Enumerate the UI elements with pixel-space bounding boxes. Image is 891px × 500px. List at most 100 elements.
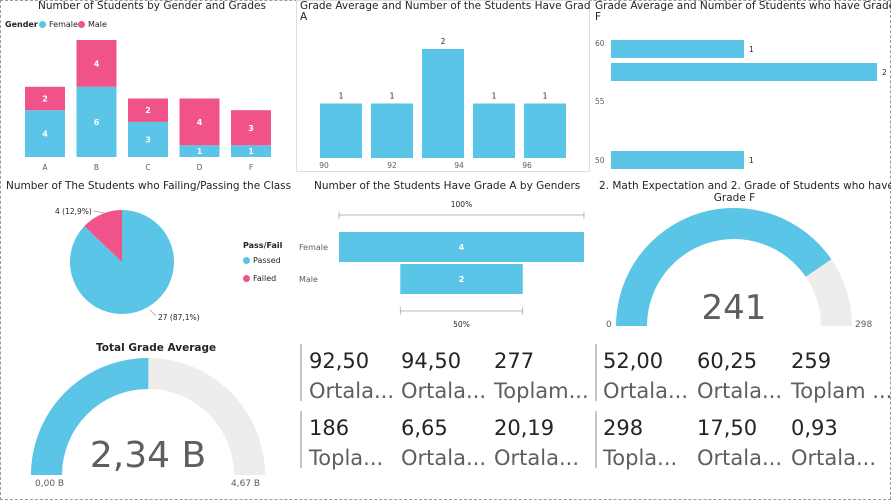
card-label: Ortala... [697,379,782,403]
total-grade-gauge[interactable]: Total Grade Average 2,34 B 0,00 B 4,67 B [0,340,296,500]
data-label: 3 [145,135,151,144]
data-label: 2 [42,95,48,104]
card-row-divider [595,411,597,468]
x-tick-label: 90 [319,161,329,170]
gauge-max: 4,67 B [231,479,260,489]
pass-fail-chart[interactable]: Number of The Students who Failing/Passi… [0,178,300,338]
legend-dot [243,275,250,282]
category-label: Female [299,243,328,252]
card-value: 186 [309,416,350,440]
card-label: Toplam... [494,379,589,403]
card-label: Ortala... [494,446,579,470]
legend-item-failed[interactable]: Failed [243,274,276,283]
grade-a-plot: 1 1 2 1 1 90 92 94 96 [319,37,566,170]
legend-dot [243,257,250,264]
card-label: Ortala... [401,379,486,403]
x-tick-label: F [249,163,253,172]
legend-label: Failed [253,274,277,283]
card-value: 17,50 [697,416,758,440]
card-label: Ortala... [697,446,782,470]
x-tick-label: 94 [454,161,464,170]
funnel-bottom-label: 50% [453,320,470,329]
data-label: 1 [339,92,344,101]
data-label: 2 [459,275,465,284]
card-label: Ortala... [603,379,688,403]
data-label: 4 [197,118,203,127]
data-label: 4 [459,243,465,252]
card-label: Ortala... [401,446,486,470]
card-label: Topla... [603,446,678,470]
y-tick-label: 60 [595,39,605,48]
category-label: Male [299,275,318,284]
legend-item-passed[interactable]: Passed [243,256,281,265]
x-tick-label: B [94,163,99,172]
funnel-plot: 100% 4 Female 2 Male 50% [299,200,585,329]
gauge-max: 298 [855,320,872,330]
data-label: 3 [248,124,254,133]
data-label: 2 [441,37,446,46]
bar [473,103,515,158]
gauge-min: 0,00 B [35,479,64,489]
data-label: 1 [543,92,548,101]
grade-f-chart[interactable]: Grade Average and Number of Students who… [593,0,891,175]
bar [611,40,744,58]
grade-a-gender-funnel[interactable]: Number of the Students Have Grade A by G… [296,178,590,338]
gender-grades-plot: 4 2 A 6 4 B 3 2 C 1 4 D 1 3 F [25,40,271,172]
card-value: 259 [791,349,832,373]
card-value: 277 [494,349,535,373]
leader-line [93,210,105,214]
card-value: 52,00 [603,349,664,373]
data-label-passed: 27 (87,1%) [158,313,200,322]
data-label: 1 [248,147,254,156]
bar [371,103,413,158]
x-tick-label: 96 [522,161,532,170]
data-label-failed: 4 (12,9%) [55,207,92,216]
legend-title: Pass/Fail [243,241,283,250]
card-row-divider [595,344,597,401]
card-label: Ortala... [309,379,394,403]
card-value: 60,25 [697,349,758,373]
x-tick-label: 92 [387,161,397,170]
card-value: 6,65 [401,416,448,440]
bar [611,63,877,81]
card-value: 92,50 [309,349,370,373]
data-label: 4 [42,130,48,139]
card-label: Topla... [309,446,384,470]
summary-cards-right[interactable]: 52,00 Ortala... 60,25 Ortala... 259 Topl… [592,340,891,500]
gender-grades-chart[interactable]: Number of Students by Gender and Grades … [0,0,290,175]
bar [422,49,464,158]
legend-label: Passed [253,256,281,265]
data-label: 2 [882,68,887,77]
card-value: 0,93 [791,416,838,440]
data-label: 4 [94,59,100,68]
math-expectation-gauge[interactable]: 2. Math Expectation and 2. Grade of Stud… [593,178,891,338]
card-value: 298 [603,416,644,440]
data-label: 1 [197,147,203,156]
data-label: 1 [492,92,497,101]
summary-cards-left[interactable]: 92,50 Ortala... 94,50 Ortala... 277 Topl… [296,340,592,500]
x-tick-label: A [42,163,48,172]
data-label: 2 [145,106,151,115]
card-label: Toplam ... [791,379,891,403]
data-label: 1 [749,45,754,54]
gauge-min: 0 [606,320,612,330]
data-label: 1 [749,156,754,165]
gauge-value: 241 [702,288,767,328]
card-value: 94,50 [401,349,462,373]
data-label: 1 [390,92,395,101]
y-tick-label: 55 [595,97,605,106]
bar [320,103,362,158]
leader-line [149,309,157,317]
data-label: 6 [94,118,100,127]
gauge-value: 2,34 B [90,435,206,476]
funnel-top-label: 100% [451,200,472,209]
bar [611,151,744,169]
bar [524,103,566,158]
gauge-plot: 241 0 298 [606,208,872,330]
y-tick-label: 50 [595,156,605,165]
x-tick-label: C [145,163,150,172]
card-label: Ortala... [791,446,876,470]
grade-a-chart[interactable]: Grade Average and Number of the Students… [296,0,590,175]
card-row-divider [300,411,302,468]
gauge-plot: 2,34 B 0,00 B 4,67 B [31,358,265,489]
